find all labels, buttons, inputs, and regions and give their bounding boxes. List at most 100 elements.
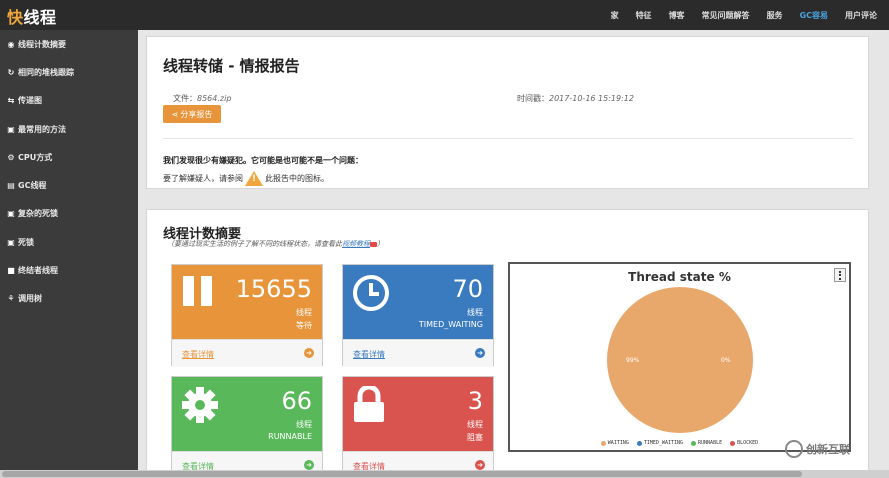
- watermark-text: 创新互联: [806, 443, 850, 456]
- timestamp-value: 2017-10-16 15:19:12: [549, 94, 634, 103]
- share-label: 分享报告: [180, 109, 213, 119]
- sidebar-item-label: 调用树: [18, 294, 42, 304]
- share-report-button[interactable]: ⋖ 分享报告: [163, 105, 221, 123]
- timestamp-label: 时间戳：: [517, 94, 549, 103]
- waiting-card: 15655 线程 等待 查看详情 ➜: [171, 264, 323, 367]
- hint-text-b: 此报告中的图标。: [265, 174, 329, 183]
- page-title: 线程转储 - 情报报告: [163, 57, 300, 75]
- tree-icon: ⚘: [7, 294, 15, 304]
- view-details-label: 查看详情: [353, 350, 385, 359]
- lock-icon: ▣: [7, 209, 15, 219]
- divider: [163, 138, 853, 139]
- legend-item-runnable[interactable]: RUNNABLE: [691, 440, 722, 446]
- sidebar: ◉ 线程计数摘要 ↻ 相同的堆栈跟踪 ⇆ 传递图 ▣ 最常用的方法 ⚙ CPU方式 ▤ GC…: [0, 30, 138, 478]
- file-value: 8564.zip: [197, 94, 232, 103]
- trash-icon: ▤: [7, 181, 15, 191]
- report-header-panel: 线程转储 - 情报报告 文件：8564.zip 时间戳：2017-10-16 1…: [146, 36, 869, 189]
- sidebar-item-label: CPU方式: [18, 152, 53, 162]
- sidebar-item-common-methods[interactable]: ▣ 最常用的方法: [0, 115, 138, 143]
- card-header: 3 线程 阻塞: [343, 377, 493, 451]
- card-label: 线程: [296, 308, 312, 317]
- nav-features[interactable]: 特征: [636, 10, 652, 21]
- sidebar-item-label: 传递图: [18, 96, 42, 106]
- card-label: 线程: [467, 420, 483, 429]
- thread-count-summary-panel: 线程计数摘要 （要通过现实生活的例子了解不同的线程状态，请查看此视频教程） 15…: [146, 209, 869, 478]
- legend-item-waiting[interactable]: WAITING: [600, 440, 629, 446]
- gear-icon: [182, 387, 218, 423]
- sidebar-item-identical-stack[interactable]: ↻ 相同的堆栈跟踪: [0, 58, 138, 86]
- sidebar-item-transitive-graph[interactable]: ⇆ 传递图: [0, 87, 138, 115]
- legend-swatch: [600, 440, 606, 446]
- runnable-card: 66 线程 RUNNABLE 查看详情 ➜: [171, 376, 323, 478]
- nav-home[interactable]: 家: [611, 10, 619, 21]
- nav-services[interactable]: 服务: [767, 10, 783, 21]
- slice-label-waiting: 99%: [626, 357, 640, 364]
- sidebar-item-label: 相同的堆栈跟踪: [18, 67, 74, 77]
- blocked-card: 3 线程 阻塞 查看详情 ➜: [342, 376, 494, 478]
- top-navbar: 快线程 家 特征 博客 常见问题解答 服务 GC容易 用户评论: [0, 0, 889, 30]
- arrow-right-icon: ➜: [304, 348, 314, 358]
- lock-icon: ▣: [7, 237, 15, 247]
- scrollbar-thumb[interactable]: [2, 471, 802, 477]
- sidebar-item-label: 线程计数摘要: [18, 39, 66, 49]
- timestamp-info: 时间戳：2017-10-16 15:19:12: [517, 93, 634, 104]
- watermark: 创新互联: [785, 440, 850, 458]
- suspects-hint: 要了解嫌疑人，请参阅! 此报告中的图标。: [163, 171, 329, 186]
- video-icon: [370, 241, 377, 247]
- sidebar-item-gc-threads[interactable]: ▤ GC线程: [0, 171, 138, 199]
- timed-waiting-card: 70 线程 TIMED_WAITING 查看详情 ➜: [342, 264, 494, 367]
- top-nav-links: 家 特征 博客 常见问题解答 服务 GC容易 用户评论: [611, 0, 877, 30]
- brand-text: 线程: [23, 8, 57, 27]
- clock-icon: [353, 275, 389, 311]
- sidebar-item-label: 终结者线程: [18, 266, 58, 276]
- card-state: 阻塞: [467, 433, 483, 442]
- gears-icon: ⚙: [7, 152, 15, 162]
- brand-accent: 快: [7, 8, 24, 27]
- timed-waiting-count: 70: [452, 275, 483, 303]
- brand-logo[interactable]: 快线程: [7, 4, 57, 28]
- pie-chart: [607, 287, 753, 433]
- share-icon: ⋖: [171, 109, 179, 119]
- card-state: TIMED_WAITING: [418, 320, 483, 329]
- warning-icon: !: [245, 171, 263, 186]
- blocked-count: 3: [467, 387, 483, 415]
- video-tutorial-link[interactable]: 视频教程: [342, 240, 370, 248]
- legend-label: TIMED_WAITING: [643, 440, 684, 446]
- sidebar-item-call-tree[interactable]: ⚘ 调用树: [0, 285, 138, 313]
- legend-label: BLOCKED: [737, 440, 759, 446]
- nav-blog[interactable]: 博客: [669, 10, 685, 21]
- legend-label: WAITING: [607, 440, 629, 446]
- arrow-right-icon: ➜: [475, 348, 485, 358]
- sidebar-item-label: GC线程: [18, 181, 47, 191]
- card-header: 15655 线程 等待: [172, 265, 322, 339]
- horizontal-scrollbar[interactable]: [0, 470, 889, 478]
- arrow-right-icon: ➜: [304, 460, 314, 470]
- lock-icon: ▣: [7, 124, 15, 134]
- nav-gceasy[interactable]: GC容易: [800, 10, 828, 21]
- sidebar-item-label: 死锁: [18, 237, 34, 247]
- sidebar-item-deadlock[interactable]: ▣ 死锁: [0, 228, 138, 256]
- nav-faq[interactable]: 常见问题解答: [702, 10, 750, 21]
- card-label: 线程: [296, 420, 312, 429]
- sidebar-item-finalizer[interactable]: ■ 终结者线程: [0, 256, 138, 284]
- suspects-message: 我们发现很少有嫌疑犯。它可能是也可能不是一个问题：: [163, 156, 363, 165]
- view-details-link[interactable]: 查看详情 ➜: [343, 339, 493, 367]
- watermark-logo-icon: [785, 440, 803, 458]
- sidebar-item-complex-deadlock[interactable]: ▣ 复杂的死锁: [0, 200, 138, 228]
- view-details-link[interactable]: 查看详情 ➜: [172, 339, 322, 367]
- sidebar-item-cpu[interactable]: ⚙ CPU方式: [0, 143, 138, 171]
- card-state: RUNNABLE: [268, 432, 312, 441]
- legend-swatch: [636, 440, 642, 446]
- sidebar-item-label: 最常用的方法: [18, 124, 66, 134]
- legend-swatch: [730, 440, 736, 446]
- file-label: 文件：: [173, 94, 197, 103]
- legend-item-timed-waiting[interactable]: TIMED_WAITING: [636, 440, 684, 446]
- waiting-count: 15655: [235, 275, 312, 303]
- subtitle-text: （要通过现实生活的例子了解不同的线程状态，请查看此: [167, 240, 342, 248]
- thread-state-chart: Thread state % 99% 0% WAITING TIMED_WAIT…: [508, 262, 851, 452]
- sidebar-item-thread-count[interactable]: ◉ 线程计数摘要: [0, 30, 138, 58]
- main-content: 线程转储 - 情报报告 文件：8564.zip 时间戳：2017-10-16 1…: [138, 30, 889, 478]
- nav-reviews[interactable]: 用户评论: [845, 10, 877, 21]
- legend-item-blocked[interactable]: BLOCKED: [730, 440, 758, 446]
- subtitle-end: ）: [377, 240, 384, 248]
